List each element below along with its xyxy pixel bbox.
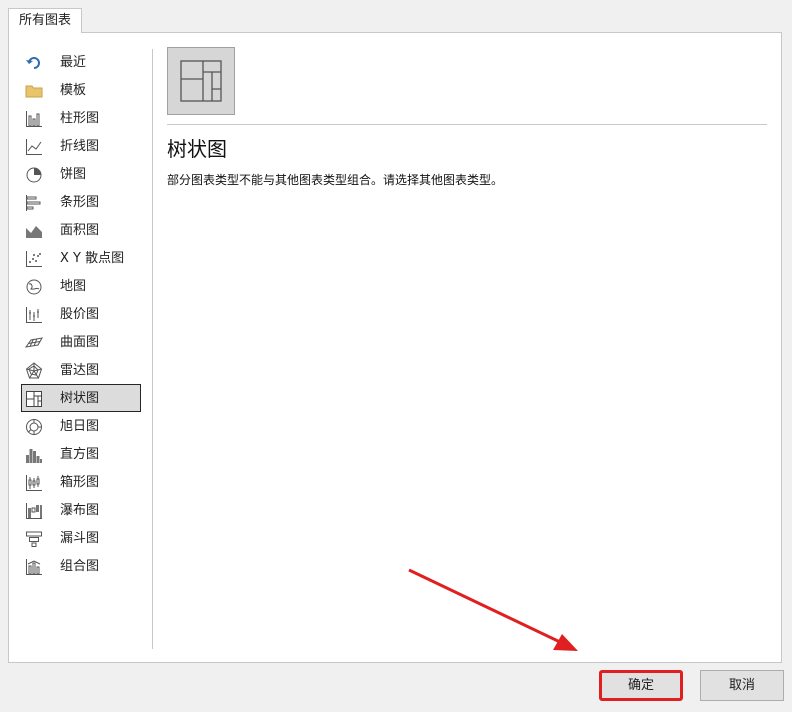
sidebar-item-label: 瀑布图: [60, 503, 100, 518]
sidebar-item-area[interactable]: 面积图: [21, 216, 141, 244]
undo-arrow-icon: [25, 54, 43, 72]
stock-chart-icon: [25, 306, 43, 324]
treemap-preview-icon: [180, 60, 222, 102]
sidebar-item-label: 模板: [60, 83, 87, 98]
sidebar-item-label: 饼图: [60, 167, 87, 182]
chart-type-title: 树状图: [167, 137, 227, 161]
sidebar-item-bar[interactable]: 条形图: [21, 188, 141, 216]
sidebar-item-combo[interactable]: 组合图: [21, 552, 141, 580]
sidebar-item-label: 直方图: [60, 447, 100, 462]
treemap-icon: [25, 390, 43, 408]
box-whisker-icon: [25, 474, 43, 492]
sidebar-item-boxwhisker[interactable]: 箱形图: [21, 468, 141, 496]
column-chart-icon: [25, 110, 43, 128]
sidebar-item-recent[interactable]: 最近: [21, 48, 141, 76]
sidebar-item-map[interactable]: 地图: [21, 272, 141, 300]
sidebar-item-waterfall[interactable]: 瀑布图: [21, 496, 141, 524]
sunburst-icon: [25, 418, 43, 436]
radar-chart-icon: [25, 362, 43, 380]
funnel-icon: [25, 530, 43, 548]
tab-all-charts[interactable]: 所有图表: [8, 8, 82, 33]
sidebar-item-scatter[interactable]: X Y 散点图: [21, 244, 141, 272]
treemap-preview-thumbnail[interactable]: [167, 47, 235, 115]
folder-icon: [25, 82, 43, 100]
sidebar-item-label: 最近: [60, 55, 87, 70]
sidebar-item-templates[interactable]: 模板: [21, 76, 141, 104]
sidebar-item-stock[interactable]: 股价图: [21, 300, 141, 328]
combo-chart-icon: [25, 558, 43, 576]
sidebar-item-label: 漏斗图: [60, 531, 100, 546]
scatter-chart-icon: [25, 250, 43, 268]
sidebar-item-surface[interactable]: 曲面图: [21, 328, 141, 356]
sidebar-item-label: 雷达图: [60, 363, 100, 378]
sidebar-item-label: 箱形图: [60, 475, 100, 490]
globe-icon: [25, 278, 43, 296]
sidebar-item-funnel[interactable]: 漏斗图: [21, 524, 141, 552]
sidebar-item-label: 条形图: [60, 195, 100, 210]
sidebar-item-column[interactable]: 柱形图: [21, 104, 141, 132]
header-divider: [167, 124, 767, 125]
sidebar-item-label: 旭日图: [60, 419, 100, 434]
histogram-icon: [25, 446, 43, 464]
cancel-button[interactable]: 取消: [700, 670, 784, 701]
sidebar-item-histogram[interactable]: 直方图: [21, 440, 141, 468]
sidebar-item-label: 树状图: [60, 391, 100, 406]
sidebar-item-label: 股价图: [60, 307, 100, 322]
line-chart-icon: [25, 138, 43, 156]
sidebar-item-label: 曲面图: [60, 335, 100, 350]
bar-chart-icon: [25, 194, 43, 212]
waterfall-icon: [25, 502, 43, 520]
chart-type-description: 部分图表类型不能与其他图表类型组合。请选择其他图表类型。: [167, 173, 504, 187]
sidebar-item-sunburst[interactable]: 旭日图: [21, 412, 141, 440]
sidebar-item-radar[interactable]: 雷达图: [21, 356, 141, 384]
sidebar-item-label: 折线图: [60, 139, 100, 154]
sidebar-item-label: 面积图: [60, 223, 100, 238]
sidebar-divider: [152, 49, 153, 649]
chart-type-panel: 最近 模板 柱形图 折线图 饼图 条形图 面积图 X Y 散点图 地图 股价图 …: [8, 32, 782, 663]
pie-chart-icon: [25, 166, 43, 184]
sidebar-item-treemap[interactable]: 树状图: [21, 384, 141, 412]
ok-button[interactable]: 确定: [599, 670, 683, 701]
sidebar-item-label: 柱形图: [60, 111, 100, 126]
sidebar-item-label: X Y 散点图: [60, 251, 125, 266]
sidebar-item-line[interactable]: 折线图: [21, 132, 141, 160]
chart-type-sidebar: 最近 模板 柱形图 折线图 饼图 条形图 面积图 X Y 散点图 地图 股价图 …: [21, 48, 141, 580]
sidebar-item-pie[interactable]: 饼图: [21, 160, 141, 188]
area-chart-icon: [25, 222, 43, 240]
surface-chart-icon: [25, 334, 43, 352]
sidebar-item-label: 地图: [60, 279, 87, 294]
sidebar-item-label: 组合图: [60, 559, 100, 574]
